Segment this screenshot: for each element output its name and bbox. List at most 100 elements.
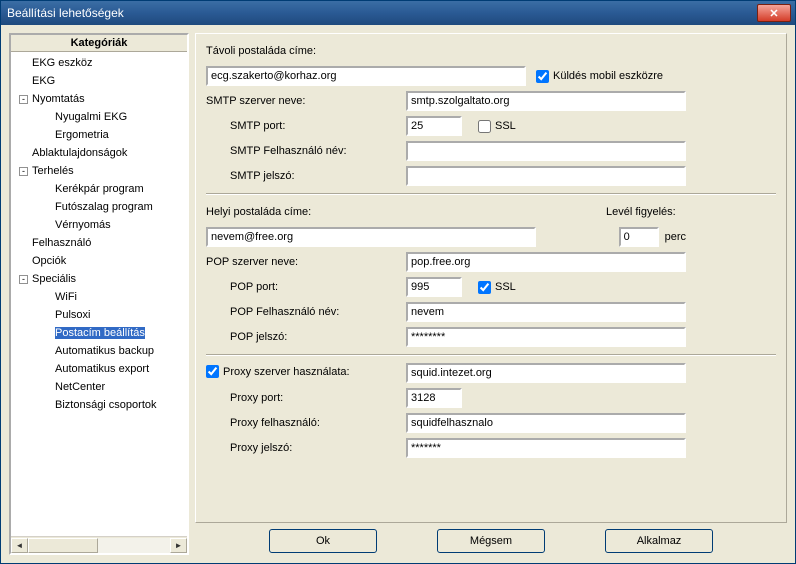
pop-port-input[interactable] <box>406 277 462 297</box>
pop-pass-input[interactable] <box>406 327 686 347</box>
smtp-pass-label: SMTP jelszó: <box>206 170 406 182</box>
tree-item[interactable]: Pulsoxi <box>17 306 187 324</box>
cancel-button[interactable]: Mégsem <box>437 529 545 553</box>
proxy-use-checkbox-input[interactable] <box>206 365 219 378</box>
pop-server-label: POP szerver neve: <box>206 256 406 268</box>
smtp-server-label: SMTP szerver neve: <box>206 95 406 107</box>
ok-button[interactable]: Ok <box>269 529 377 553</box>
form-panel: Távoli postaláda címe: Küldés mobil eszk… <box>195 33 787 523</box>
tree-item[interactable]: EKG eszköz <box>17 54 187 72</box>
proxy-user-label: Proxy felhasználó: <box>206 417 406 429</box>
proxy-use-checkbox[interactable]: Proxy szerver használata: <box>206 365 350 378</box>
sidebar-header: Kategóriák <box>11 35 187 52</box>
divider <box>206 193 776 195</box>
pop-user-label: POP Felhasználó név: <box>206 306 406 318</box>
tree-item-label: Ergometria <box>55 129 109 141</box>
content-area: Kategóriák EKG eszközEKG-NyomtatásNyugal… <box>1 25 795 563</box>
scroll-thumb[interactable] <box>28 538 98 553</box>
tree-item[interactable]: EKG <box>17 72 187 90</box>
tree-item-label: EKG eszköz <box>32 57 93 69</box>
close-button[interactable]: ✕ <box>757 4 791 22</box>
smtp-user-input[interactable] <box>406 141 686 161</box>
tree-item-label: NetCenter <box>55 381 105 393</box>
tree-item-label: Kerékpár program <box>55 183 144 195</box>
tree-item[interactable]: Felhasználó <box>17 234 187 252</box>
tree-toggle-icon[interactable]: - <box>19 275 28 284</box>
tree-item[interactable]: Nyugalmi EKG <box>17 108 187 126</box>
pop-ssl-checkbox-input[interactable] <box>478 281 491 294</box>
tree-item[interactable]: Opciók <box>17 252 187 270</box>
tree-item[interactable]: Automatikus export <box>17 360 187 378</box>
proxy-port-input[interactable] <box>406 388 462 408</box>
smtp-user-label: SMTP Felhasználó név: <box>206 145 406 157</box>
pop-ssl-label: SSL <box>495 281 516 293</box>
tree-item[interactable]: -Speciális <box>17 270 187 288</box>
divider <box>206 354 776 356</box>
proxy-user-input[interactable] <box>406 413 686 433</box>
scroll-right-icon[interactable]: ► <box>170 538 187 553</box>
titlebar: Beállítási lehetőségek ✕ <box>1 1 795 25</box>
proxy-pass-label: Proxy jelszó: <box>206 442 406 454</box>
send-mobile-checkbox[interactable]: Küldés mobil eszközre <box>536 70 663 83</box>
sidebar: Kategóriák EKG eszközEKG-NyomtatásNyugal… <box>9 33 189 555</box>
apply-button[interactable]: Alkalmaz <box>605 529 713 553</box>
tree-item-label: Felhasználó <box>32 237 91 249</box>
smtp-ssl-label: SSL <box>495 120 516 132</box>
close-icon: ✕ <box>769 7 778 20</box>
tree-item-label: Postacím beállítás <box>55 327 145 339</box>
tree-item[interactable]: Futószalag program <box>17 198 187 216</box>
tree-item[interactable]: -Nyomtatás <box>17 90 187 108</box>
smtp-ssl-checkbox[interactable]: SSL <box>478 120 516 133</box>
mail-watch-input[interactable] <box>619 227 659 247</box>
button-bar: Ok Mégsem Alkalmaz <box>195 523 787 555</box>
scroll-track[interactable] <box>28 538 170 553</box>
proxy-use-row: Proxy szerver használata: <box>206 365 406 381</box>
window-title: Beállítási lehetőségek <box>7 6 757 20</box>
tree-item-label: EKG <box>32 75 55 87</box>
proxy-pass-input[interactable] <box>406 438 686 458</box>
mail-watch-unit: perc <box>665 231 686 243</box>
tree-toggle-icon[interactable]: - <box>19 95 28 104</box>
pop-port-label: POP port: <box>206 281 406 293</box>
tree-item[interactable]: Vérnyomás <box>17 216 187 234</box>
settings-window: Beállítási lehetőségek ✕ Kategóriák EKG … <box>0 0 796 564</box>
tree-item-label: Biztonsági csoportok <box>55 399 157 411</box>
mail-watch-label: Levél figyelés: <box>606 206 676 218</box>
remote-mailbox-label: Távoli postaláda címe: <box>206 45 316 57</box>
smtp-ssl-checkbox-input[interactable] <box>478 120 491 133</box>
tree-item[interactable]: Automatikus backup <box>17 342 187 360</box>
tree-item[interactable]: Postacím beállítás <box>17 324 187 342</box>
smtp-pass-input[interactable] <box>406 166 686 186</box>
proxy-server-input[interactable] <box>406 363 686 383</box>
smtp-port-input[interactable] <box>406 116 462 136</box>
tree-item[interactable]: WiFi <box>17 288 187 306</box>
pop-pass-label: POP jelszó: <box>206 331 406 343</box>
tree-item-label: Nyomtatás <box>32 93 85 105</box>
main-panel: Távoli postaláda címe: Küldés mobil eszk… <box>195 33 787 555</box>
tree-item[interactable]: NetCenter <box>17 378 187 396</box>
pop-ssl-checkbox[interactable]: SSL <box>478 281 516 294</box>
tree-item[interactable]: Kerékpár program <box>17 180 187 198</box>
tree-item-label: Futószalag program <box>55 201 153 213</box>
tree-item-label: Automatikus export <box>55 363 149 375</box>
remote-mailbox-input[interactable] <box>206 66 526 86</box>
tree-item[interactable]: Ergometria <box>17 126 187 144</box>
tree-item[interactable]: -Terhelés <box>17 162 187 180</box>
pop-server-input[interactable] <box>406 252 686 272</box>
tree-item[interactable]: Ablaktulajdonságok <box>17 144 187 162</box>
send-mobile-checkbox-input[interactable] <box>536 70 549 83</box>
smtp-server-input[interactable] <box>406 91 686 111</box>
tree-item-label: Ablaktulajdonságok <box>32 147 127 159</box>
horizontal-scrollbar[interactable]: ◄ ► <box>11 536 187 553</box>
tree-item-label: Nyugalmi EKG <box>55 111 127 123</box>
tree-item-label: Vérnyomás <box>55 219 111 231</box>
local-mailbox-label: Helyi postaláda címe: <box>206 206 311 218</box>
category-tree[interactable]: EKG eszközEKG-NyomtatásNyugalmi EKGErgom… <box>11 52 187 536</box>
tree-toggle-icon[interactable]: - <box>19 167 28 176</box>
pop-user-input[interactable] <box>406 302 686 322</box>
tree-item-label: WiFi <box>55 291 77 303</box>
tree-item[interactable]: Biztonsági csoportok <box>17 396 187 414</box>
scroll-left-icon[interactable]: ◄ <box>11 538 28 553</box>
proxy-port-label: Proxy port: <box>206 392 406 404</box>
local-mailbox-input[interactable] <box>206 227 536 247</box>
